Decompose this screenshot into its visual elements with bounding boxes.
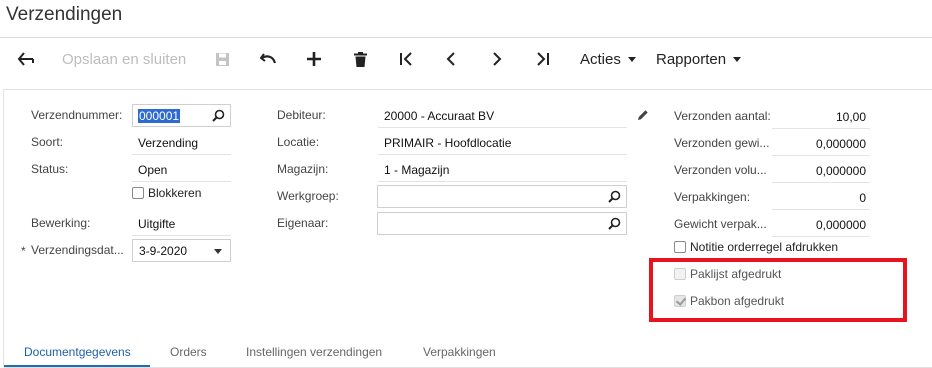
delete-icon <box>353 51 367 67</box>
shipped-qty-underline <box>772 128 870 129</box>
packages-value: 0 <box>859 191 866 205</box>
shipped-qty-value: 10,00 <box>835 110 866 124</box>
warehouse-underline <box>378 181 627 182</box>
shipped-weight-value: 0,000000 <box>815 137 866 151</box>
owner-label: Eigenaar: <box>277 216 329 230</box>
hold-label: Blokkeren <box>148 186 202 200</box>
workgroup-input[interactable] <box>377 185 627 208</box>
back-button[interactable] <box>14 48 38 70</box>
operation-value: Uitgifte <box>138 217 176 231</box>
save-button[interactable] <box>211 48 233 70</box>
chevron-down-icon <box>627 56 636 62</box>
shipped-volume-value: 0,000000 <box>815 164 866 178</box>
next-button[interactable] <box>486 48 508 70</box>
actions-menu[interactable]: Acties <box>580 48 636 70</box>
customer-value: 20000 - Accuraat BV <box>384 109 495 123</box>
tab-orders[interactable]: Orders <box>170 345 207 359</box>
shipment-date-value: 3-9-2020 <box>139 244 188 258</box>
chevron-down-icon[interactable] <box>214 249 222 254</box>
package-weight-value: 0,000000 <box>815 218 866 232</box>
last-button[interactable] <box>532 48 554 70</box>
reports-menu-label: Rapporten <box>656 50 727 68</box>
reports-menu[interactable]: Rapporten <box>656 48 742 70</box>
chevron-down-icon <box>733 56 742 62</box>
first-button[interactable] <box>395 48 417 70</box>
status-label: Status: <box>31 162 69 176</box>
tab-verpakkingen[interactable]: Verpakkingen <box>423 345 496 359</box>
operation-underline <box>132 235 231 236</box>
page-title: Verzendingen <box>6 4 123 25</box>
packages-label: Verpakkingen: <box>674 190 751 204</box>
search-icon[interactable] <box>608 217 621 230</box>
location-label: Locatie: <box>277 135 320 149</box>
back-icon <box>17 52 34 66</box>
type-value: Verzending <box>138 136 199 150</box>
last-icon <box>537 52 549 66</box>
shipped-volume-label: Verzonden volu... <box>674 163 767 177</box>
status-underline <box>132 181 231 182</box>
customer-label: Debiteur: <box>277 108 326 122</box>
tab-instellingen-verzendingen[interactable]: Instellingen verzendingen <box>246 345 382 359</box>
shipped-qty-label: Verzonden aantal: <box>674 109 771 123</box>
print-line-notes-checkbox[interactable] <box>674 241 686 253</box>
shipment-number-value: 000001 <box>138 109 181 123</box>
status-value: Open <box>138 163 168 177</box>
active-tab-indicator <box>4 365 150 367</box>
type-underline <box>132 154 231 155</box>
tab-documentgegevens[interactable]: Documentgegevens <box>24 345 131 359</box>
add-icon <box>307 52 321 66</box>
owner-input[interactable] <box>377 212 627 235</box>
required-star: * <box>21 244 26 258</box>
type-label: Soort: <box>31 135 64 149</box>
package-weight-underline <box>772 236 870 237</box>
tab-bar: Documentgegevens Orders Instellingen ver… <box>4 338 932 368</box>
workgroup-label: Werkgroep: <box>277 189 339 203</box>
undo-button[interactable] <box>257 48 279 70</box>
shipment-date-label: Verzendingsdat... <box>31 243 124 257</box>
next-icon <box>493 52 502 66</box>
print-line-notes-label: Notitie orderregel afdrukken <box>690 240 839 254</box>
save-icon <box>215 52 229 66</box>
shipment-number-input[interactable]: 000001 <box>132 104 231 127</box>
operation-label: Bewerking: <box>31 216 91 230</box>
actions-menu-label: Acties <box>580 50 621 68</box>
toolbar: Opslaan en sluiten Acties Rapporten <box>0 40 932 78</box>
save-close-button[interactable]: Opslaan en sluiten <box>62 48 186 70</box>
title-divider <box>0 37 932 38</box>
edit-icon[interactable] <box>637 109 649 121</box>
shipment-date-input[interactable]: 3-9-2020 <box>132 239 231 262</box>
shipped-volume-underline <box>772 182 870 183</box>
shipment-number-label: Verzendnummer: <box>31 108 123 122</box>
previous-icon <box>446 52 455 66</box>
customer-underline <box>378 127 627 128</box>
hold-checkbox[interactable] <box>132 187 144 199</box>
warehouse-value: 1 - Magazijn <box>384 163 450 177</box>
highlight-box <box>649 258 907 322</box>
shipped-weight-label: Verzonden gewi... <box>674 136 770 150</box>
search-icon[interactable] <box>608 190 621 203</box>
packages-underline <box>772 209 870 210</box>
package-weight-label: Gewicht verpak... <box>674 217 767 231</box>
location-value: PRIMAIR - Hoofdlocatie <box>384 136 512 150</box>
first-icon <box>400 52 412 66</box>
location-underline <box>378 154 627 155</box>
add-button[interactable] <box>303 48 325 70</box>
undo-icon <box>259 53 276 64</box>
search-icon[interactable] <box>212 109 225 122</box>
delete-button[interactable] <box>349 48 371 70</box>
warehouse-label: Magazijn: <box>277 162 329 176</box>
shipped-weight-underline <box>772 155 870 156</box>
previous-button[interactable] <box>440 48 462 70</box>
